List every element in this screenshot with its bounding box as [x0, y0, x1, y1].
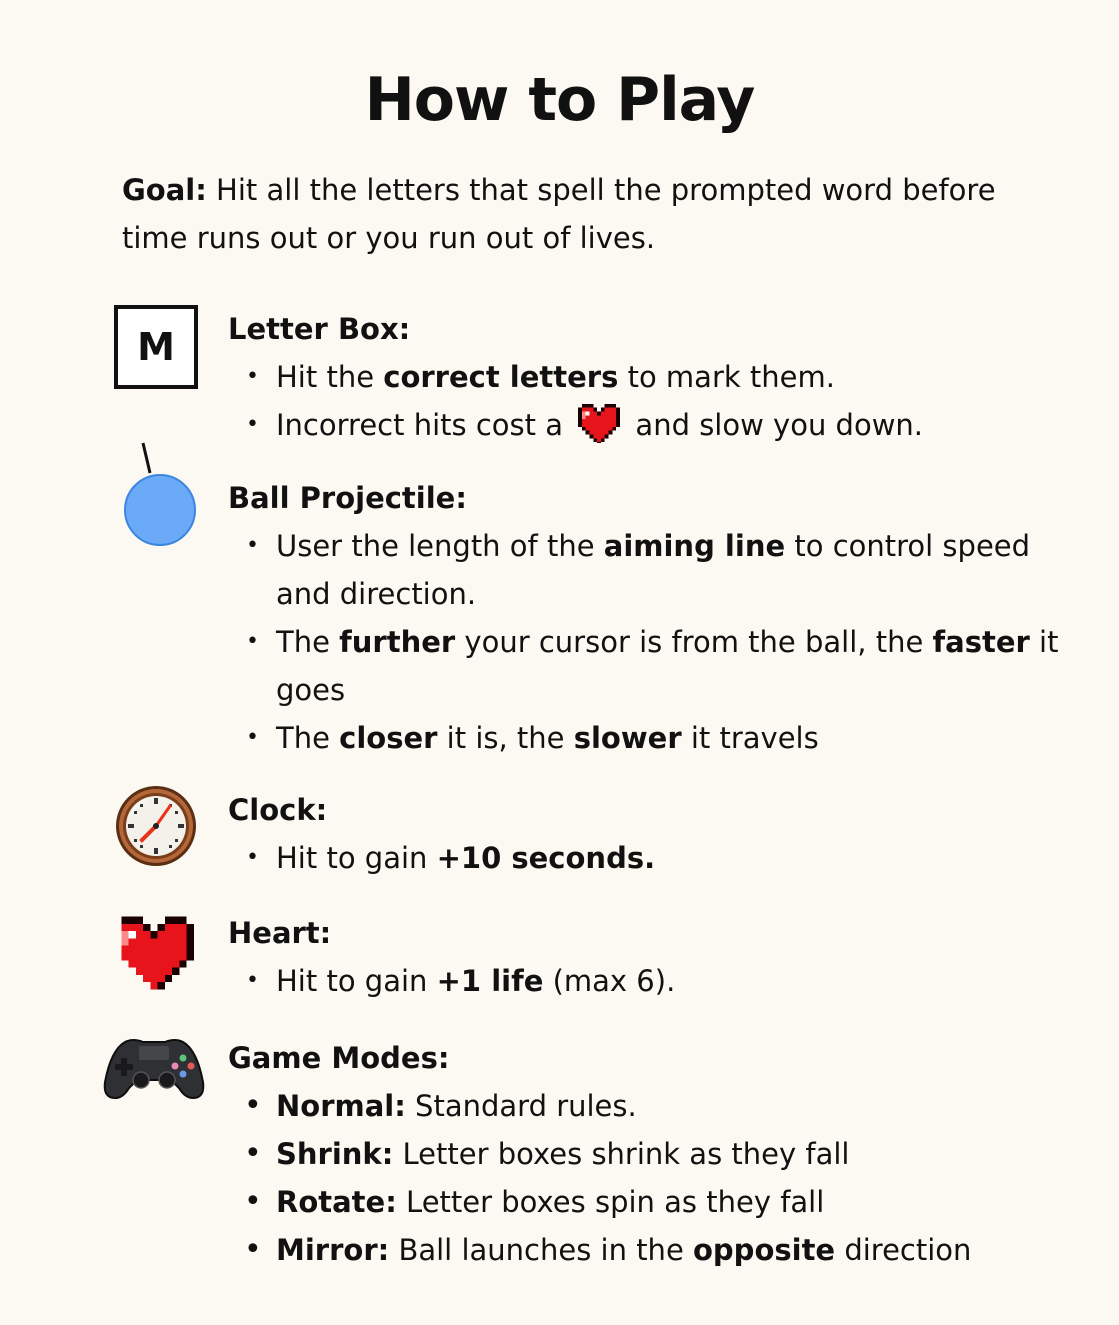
heart-icon: [121, 916, 194, 990]
heart-icon: [578, 403, 621, 443]
list-item: Mirror: Ball launches in the opposite di…: [228, 1226, 1108, 1274]
ball-projectile-bullets: User the length of the aiming line to co…: [228, 522, 1088, 762]
heart-heading: Heart:: [228, 916, 332, 950]
letter-box-section: Letter Box: Hit the correct letters to m…: [228, 305, 1088, 449]
list-item: The closer it is, the slower it travels: [228, 714, 1088, 762]
list-item: Hit to gain +1 life (max 6).: [228, 957, 1088, 1005]
list-item: Incorrect hits cost a and slow you down.: [228, 401, 1088, 449]
letter-box-icon: M: [114, 305, 198, 389]
clock-bullets: Hit to gain +10 seconds.: [228, 834, 1088, 882]
ball-projectile-icon: [124, 442, 196, 546]
page-title: How to Play: [364, 65, 756, 135]
list-item: The further your cursor is from the ball…: [228, 618, 1088, 714]
ball-projectile-section: Ball Projectile: User the length of the …: [228, 474, 1088, 762]
clock-icon: [116, 786, 196, 866]
aiming-line: [141, 442, 152, 474]
list-item: Shrink: Letter boxes shrink as they fall: [228, 1130, 1108, 1178]
list-item: User the length of the aiming line to co…: [228, 522, 1088, 618]
list-item: Hit to gain +10 seconds.: [228, 834, 1088, 882]
game-modes-bullets: Normal: Standard rules. Shrink: Letter b…: [228, 1082, 1108, 1274]
letter-box-heading: Letter Box:: [228, 312, 411, 346]
heart-bullets: Hit to gain +1 life (max 6).: [228, 957, 1088, 1005]
list-item: Normal: Standard rules.: [228, 1082, 1108, 1130]
list-item: Hit the correct letters to mark them.: [228, 353, 1088, 401]
letter-box-letter: M: [137, 325, 175, 369]
goal-description: Hit all the letters that spell the promp…: [122, 173, 996, 255]
goal-text: Goal: Hit all the letters that spell the…: [122, 166, 1022, 262]
game-modes-section: Game Modes: Normal: Standard rules. Shri…: [228, 1034, 1108, 1274]
goal-label: Goal:: [122, 173, 207, 207]
clock-section: Clock: Hit to gain +10 seconds.: [228, 786, 1088, 882]
gamepad-icon: [103, 1039, 205, 1100]
game-modes-heading: Game Modes:: [228, 1041, 450, 1075]
heart-section: Heart: Hit to gain +1 life (max 6).: [228, 909, 1088, 1005]
ball-projectile-heading: Ball Projectile:: [228, 481, 467, 515]
clock-heading: Clock:: [228, 793, 328, 827]
list-item: Rotate: Letter boxes spin as they fall: [228, 1178, 1108, 1226]
ball-icon: [124, 474, 196, 546]
letter-box-bullets: Hit the correct letters to mark them. In…: [228, 353, 1088, 449]
